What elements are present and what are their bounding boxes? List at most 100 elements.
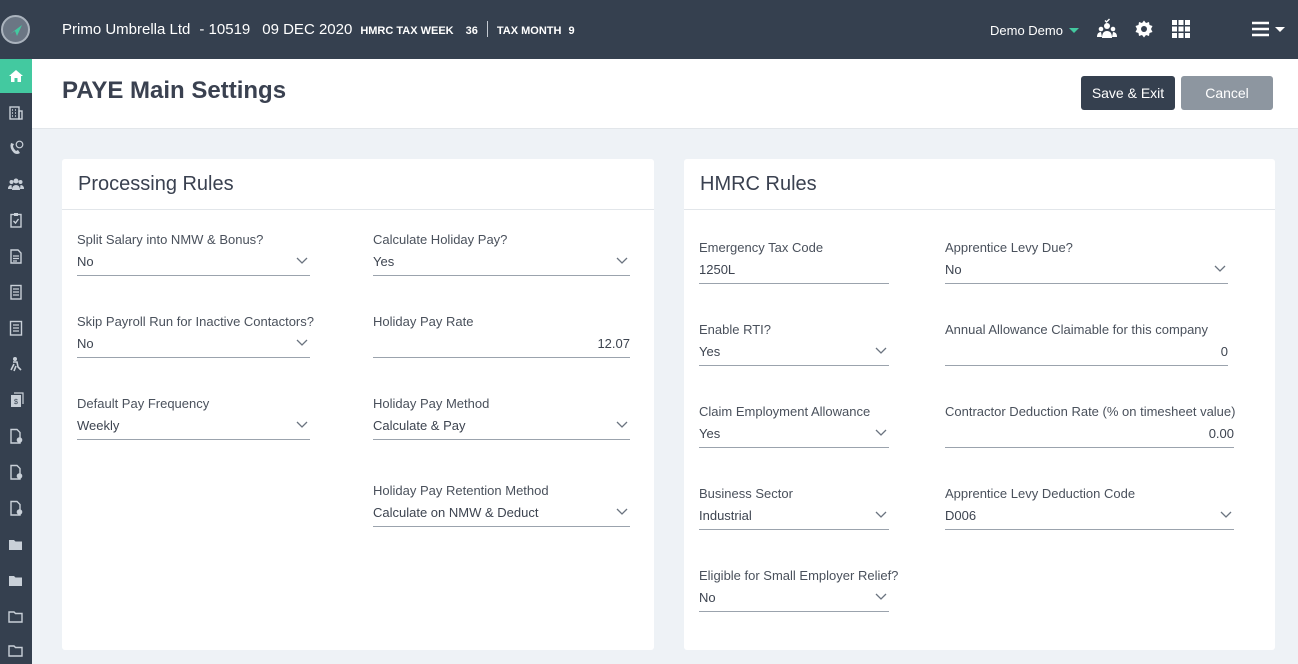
holiday-method-field: Holiday Pay Method Calculate & Pay bbox=[373, 396, 630, 440]
field-label: Holiday Pay Rate bbox=[373, 314, 474, 329]
emergency-code-field: Emergency Tax Code 1250L bbox=[699, 240, 889, 284]
sidebar-item-contractors[interactable] bbox=[0, 167, 32, 201]
field-label: Holiday Pay Retention Method bbox=[373, 483, 549, 498]
panel-title: HMRC Rules bbox=[700, 173, 817, 195]
annual-allowance-input[interactable]: 0 bbox=[945, 344, 1228, 366]
cancel-button[interactable]: Cancel bbox=[1181, 76, 1273, 110]
top-bar: Primo Umbrella Ltd - 10519 09 DEC 2020 H… bbox=[32, 0, 1298, 59]
sidebar-item-exports[interactable] bbox=[0, 491, 32, 525]
chevron-down-icon bbox=[616, 257, 628, 264]
input-value: 0 bbox=[1220, 344, 1228, 359]
calc-holiday-select[interactable]: Yes bbox=[373, 254, 630, 276]
holiday-rate-field: Holiday Pay Rate 12.07 bbox=[373, 314, 630, 358]
chevron-down-icon bbox=[875, 511, 887, 518]
sidebar-nav: $ bbox=[0, 0, 32, 664]
chevron-down-icon bbox=[296, 421, 308, 428]
holiday-rate-input[interactable]: 12.07 bbox=[373, 336, 630, 358]
grid-icon[interactable] bbox=[1169, 17, 1193, 41]
select-value: No bbox=[77, 254, 94, 269]
business-sector-select[interactable]: Industrial bbox=[699, 508, 889, 530]
chevron-down-icon bbox=[616, 421, 628, 428]
select-value: Yes bbox=[373, 254, 395, 269]
select-value: No bbox=[77, 336, 94, 351]
levy-code-select[interactable]: D006 bbox=[945, 508, 1234, 530]
folder-icon bbox=[8, 645, 23, 657]
skip-payroll-field: Skip Payroll Run for Inactive Contactors… bbox=[77, 314, 314, 358]
field-label: Calculate Holiday Pay? bbox=[373, 232, 508, 247]
contractor-rate-field: Contractor Deduction Rate (% on timeshee… bbox=[945, 404, 1235, 448]
home-icon bbox=[9, 70, 23, 82]
pay-frequency-select[interactable]: Weekly bbox=[77, 418, 310, 440]
users-icon bbox=[8, 178, 24, 190]
enable-rti-field: Enable RTI? Yes bbox=[699, 322, 889, 366]
sidebar-item-companies[interactable] bbox=[0, 95, 32, 129]
company-id: - 10519 bbox=[199, 21, 251, 38]
annual-allowance-field: Annual Allowance Claimable for this comp… bbox=[945, 322, 1228, 366]
calc-holiday-field: Calculate Holiday Pay? Yes bbox=[373, 232, 630, 276]
sidebar-item-payroll[interactable] bbox=[0, 239, 32, 273]
chevron-down-icon bbox=[875, 593, 887, 600]
enable-rti-select[interactable]: Yes bbox=[699, 344, 889, 366]
worker-icon bbox=[10, 357, 22, 372]
holiday-method-select[interactable]: Calculate & Pay bbox=[373, 418, 630, 440]
menu-icon[interactable] bbox=[1247, 17, 1287, 41]
gear-icon[interactable] bbox=[1132, 17, 1156, 41]
select-value: Weekly bbox=[77, 418, 120, 433]
people-check-icon[interactable] bbox=[1095, 17, 1119, 41]
sidebar-item-invoices[interactable]: $ bbox=[0, 383, 32, 417]
chevron-down-icon bbox=[296, 339, 308, 346]
skip-payroll-select[interactable]: No bbox=[77, 336, 310, 358]
pay-frequency-field: Default Pay Frequency Weekly bbox=[77, 396, 310, 440]
field-label: Split Salary into NMW & Bonus? bbox=[77, 232, 264, 247]
sidebar-item-archive[interactable] bbox=[0, 563, 32, 597]
chevron-down-icon bbox=[875, 429, 887, 436]
small-employer-field: Eligible for Small Employer Relief? No bbox=[699, 568, 898, 612]
chevron-down-icon bbox=[1068, 28, 1079, 33]
invoice-icon: $ bbox=[11, 392, 24, 407]
page-header: PAYE Main Settings Save & Exit Cancel bbox=[32, 59, 1298, 129]
file-icon bbox=[10, 464, 23, 480]
sidebar-item-reports[interactable] bbox=[0, 275, 32, 309]
levy-due-select[interactable]: No bbox=[945, 262, 1228, 284]
folder-icon bbox=[9, 540, 22, 550]
sidebar-item-workers[interactable] bbox=[0, 347, 32, 381]
sidebar-item-home[interactable] bbox=[0, 59, 32, 93]
svg-text:$: $ bbox=[14, 399, 18, 406]
holiday-retention-field: Holiday Pay Retention Method Calculate o… bbox=[373, 483, 630, 527]
field-label: Claim Employment Allowance bbox=[699, 404, 871, 419]
file-icon bbox=[10, 428, 23, 444]
sidebar-item-timesheets[interactable] bbox=[0, 203, 32, 237]
panel-title: Processing Rules bbox=[78, 173, 234, 195]
sidebar-item-ledger[interactable] bbox=[0, 311, 32, 345]
split-salary-select[interactable]: No bbox=[77, 254, 310, 276]
small-employer-select[interactable]: No bbox=[699, 590, 889, 612]
sidebar-item-library[interactable] bbox=[0, 599, 32, 633]
folder-icon bbox=[9, 576, 22, 586]
sidebar-item-support[interactable] bbox=[0, 131, 32, 165]
field-label: Holiday Pay Method bbox=[373, 396, 490, 411]
emergency-code-input[interactable]: 1250L bbox=[699, 262, 889, 284]
company-info: Primo Umbrella Ltd - 10519 09 DEC 2020 H… bbox=[62, 18, 575, 38]
select-value: Yes bbox=[699, 344, 721, 359]
divider bbox=[62, 209, 654, 210]
chevron-down-icon bbox=[616, 508, 628, 515]
field-label: Apprentice Levy Due? bbox=[945, 240, 1073, 255]
sidebar-item-folders[interactable] bbox=[0, 527, 32, 561]
claim-employment-select[interactable]: Yes bbox=[699, 426, 889, 448]
field-label: Default Pay Frequency bbox=[77, 396, 210, 411]
sidebar-item-more[interactable] bbox=[0, 633, 32, 664]
input-value: 0.00 bbox=[1208, 426, 1234, 441]
app-logo[interactable] bbox=[1, 15, 30, 44]
holiday-retention-select[interactable]: Calculate on NMW & Deduct bbox=[373, 505, 630, 527]
sidebar-item-documents[interactable] bbox=[0, 419, 32, 453]
clipboard-icon bbox=[10, 213, 22, 228]
pay-date: 09 DEC 2020 bbox=[262, 21, 353, 38]
field-label: Apprentice Levy Deduction Code bbox=[945, 486, 1136, 501]
save-exit-button[interactable]: Save & Exit bbox=[1081, 76, 1175, 110]
input-value: 1250L bbox=[699, 262, 736, 277]
contractor-rate-input[interactable]: 0.00 bbox=[945, 426, 1234, 448]
user-menu[interactable]: Demo Demo bbox=[990, 23, 1079, 38]
input-value: 12.07 bbox=[597, 336, 630, 351]
sidebar-item-files[interactable] bbox=[0, 455, 32, 489]
page-title: PAYE Main Settings bbox=[62, 77, 287, 104]
